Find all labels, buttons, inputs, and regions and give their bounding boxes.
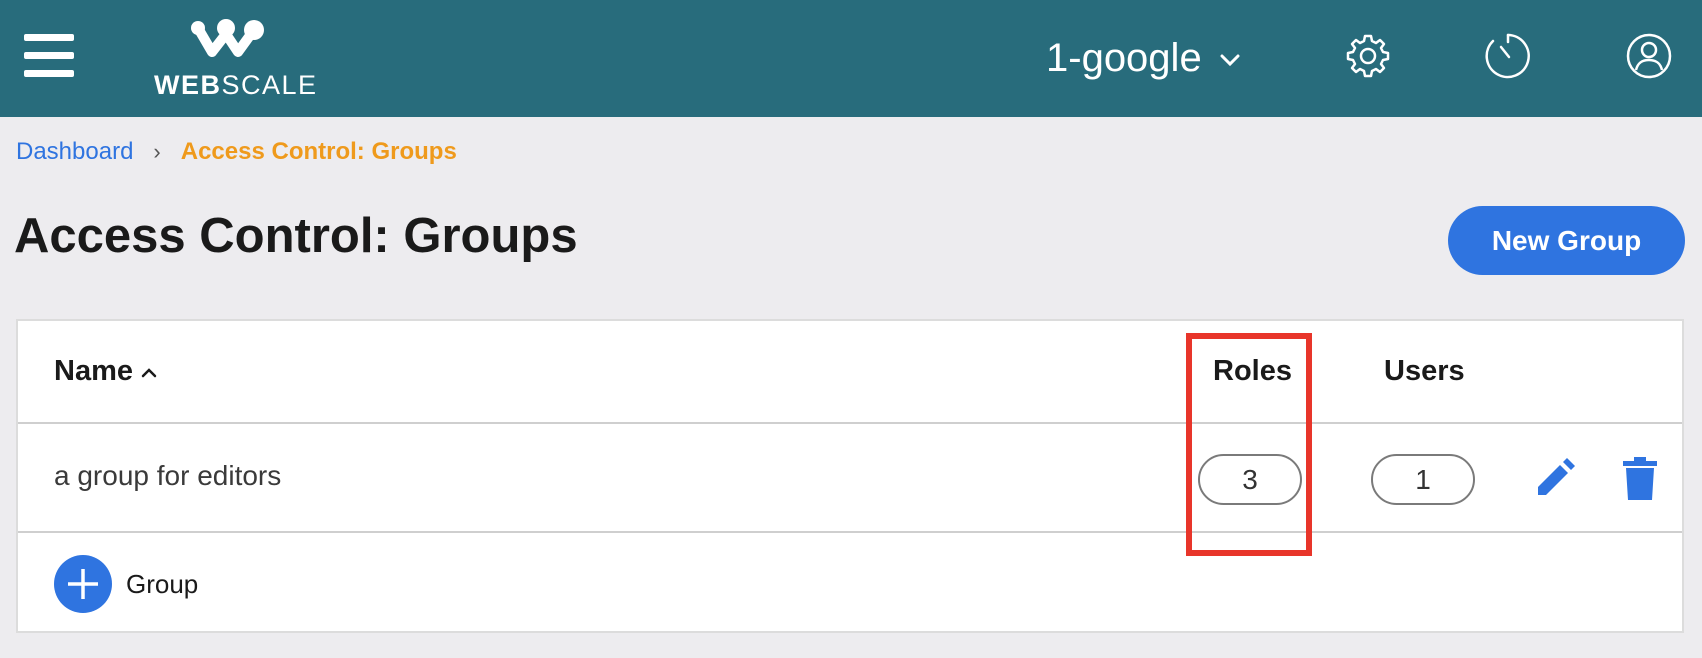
new-group-button[interactable]: New Group [1448,206,1685,275]
logo-wordmark: WEBSCALE [154,70,318,100]
add-group-row[interactable]: Group [54,555,198,613]
plus-icon [68,569,98,599]
group-name[interactable]: a group for editors [54,460,281,492]
account-selector[interactable]: 1-google [1046,30,1240,86]
sort-ascending-icon [141,367,157,377]
hamburger-menu-icon[interactable] [24,34,74,78]
gear-icon[interactable] [1344,32,1392,80]
breadcrumb-dashboard-link[interactable]: Dashboard [16,138,133,166]
table-header: Name Roles Users [18,321,1682,424]
groups-table: Name Roles Users a group for editors 3 1 [16,319,1684,633]
top-navigation-bar: WEBSCALE 1-google [0,0,1702,117]
page-title: Access Control: Groups [14,209,578,263]
pencil-icon[interactable] [1532,457,1576,501]
timer-icon[interactable] [1484,32,1532,80]
column-header-roles: Roles [1213,355,1292,387]
add-circle-icon[interactable] [54,555,112,613]
add-group-label: Group [126,568,199,599]
users-count-badge[interactable]: 1 [1371,454,1475,505]
column-header-name[interactable]: Name [54,355,157,388]
breadcrumb: Dashboard › Access Control: Groups [16,138,457,166]
column-header-users: Users [1384,355,1465,387]
trash-icon[interactable] [1623,457,1657,501]
chevron-down-icon [1220,54,1240,67]
breadcrumb-current: Access Control: Groups [180,138,457,165]
account-name: 1-google [1046,35,1202,80]
roles-count-badge[interactable]: 3 [1198,454,1302,505]
webscale-logo[interactable]: WEBSCALE [150,18,320,102]
table-row: a group for editors 3 1 [18,424,1682,533]
breadcrumb-separator: › [153,139,161,164]
column-header-name-label: Name [54,355,133,387]
logo-mark-icon [191,19,264,57]
user-icon[interactable] [1625,32,1673,80]
